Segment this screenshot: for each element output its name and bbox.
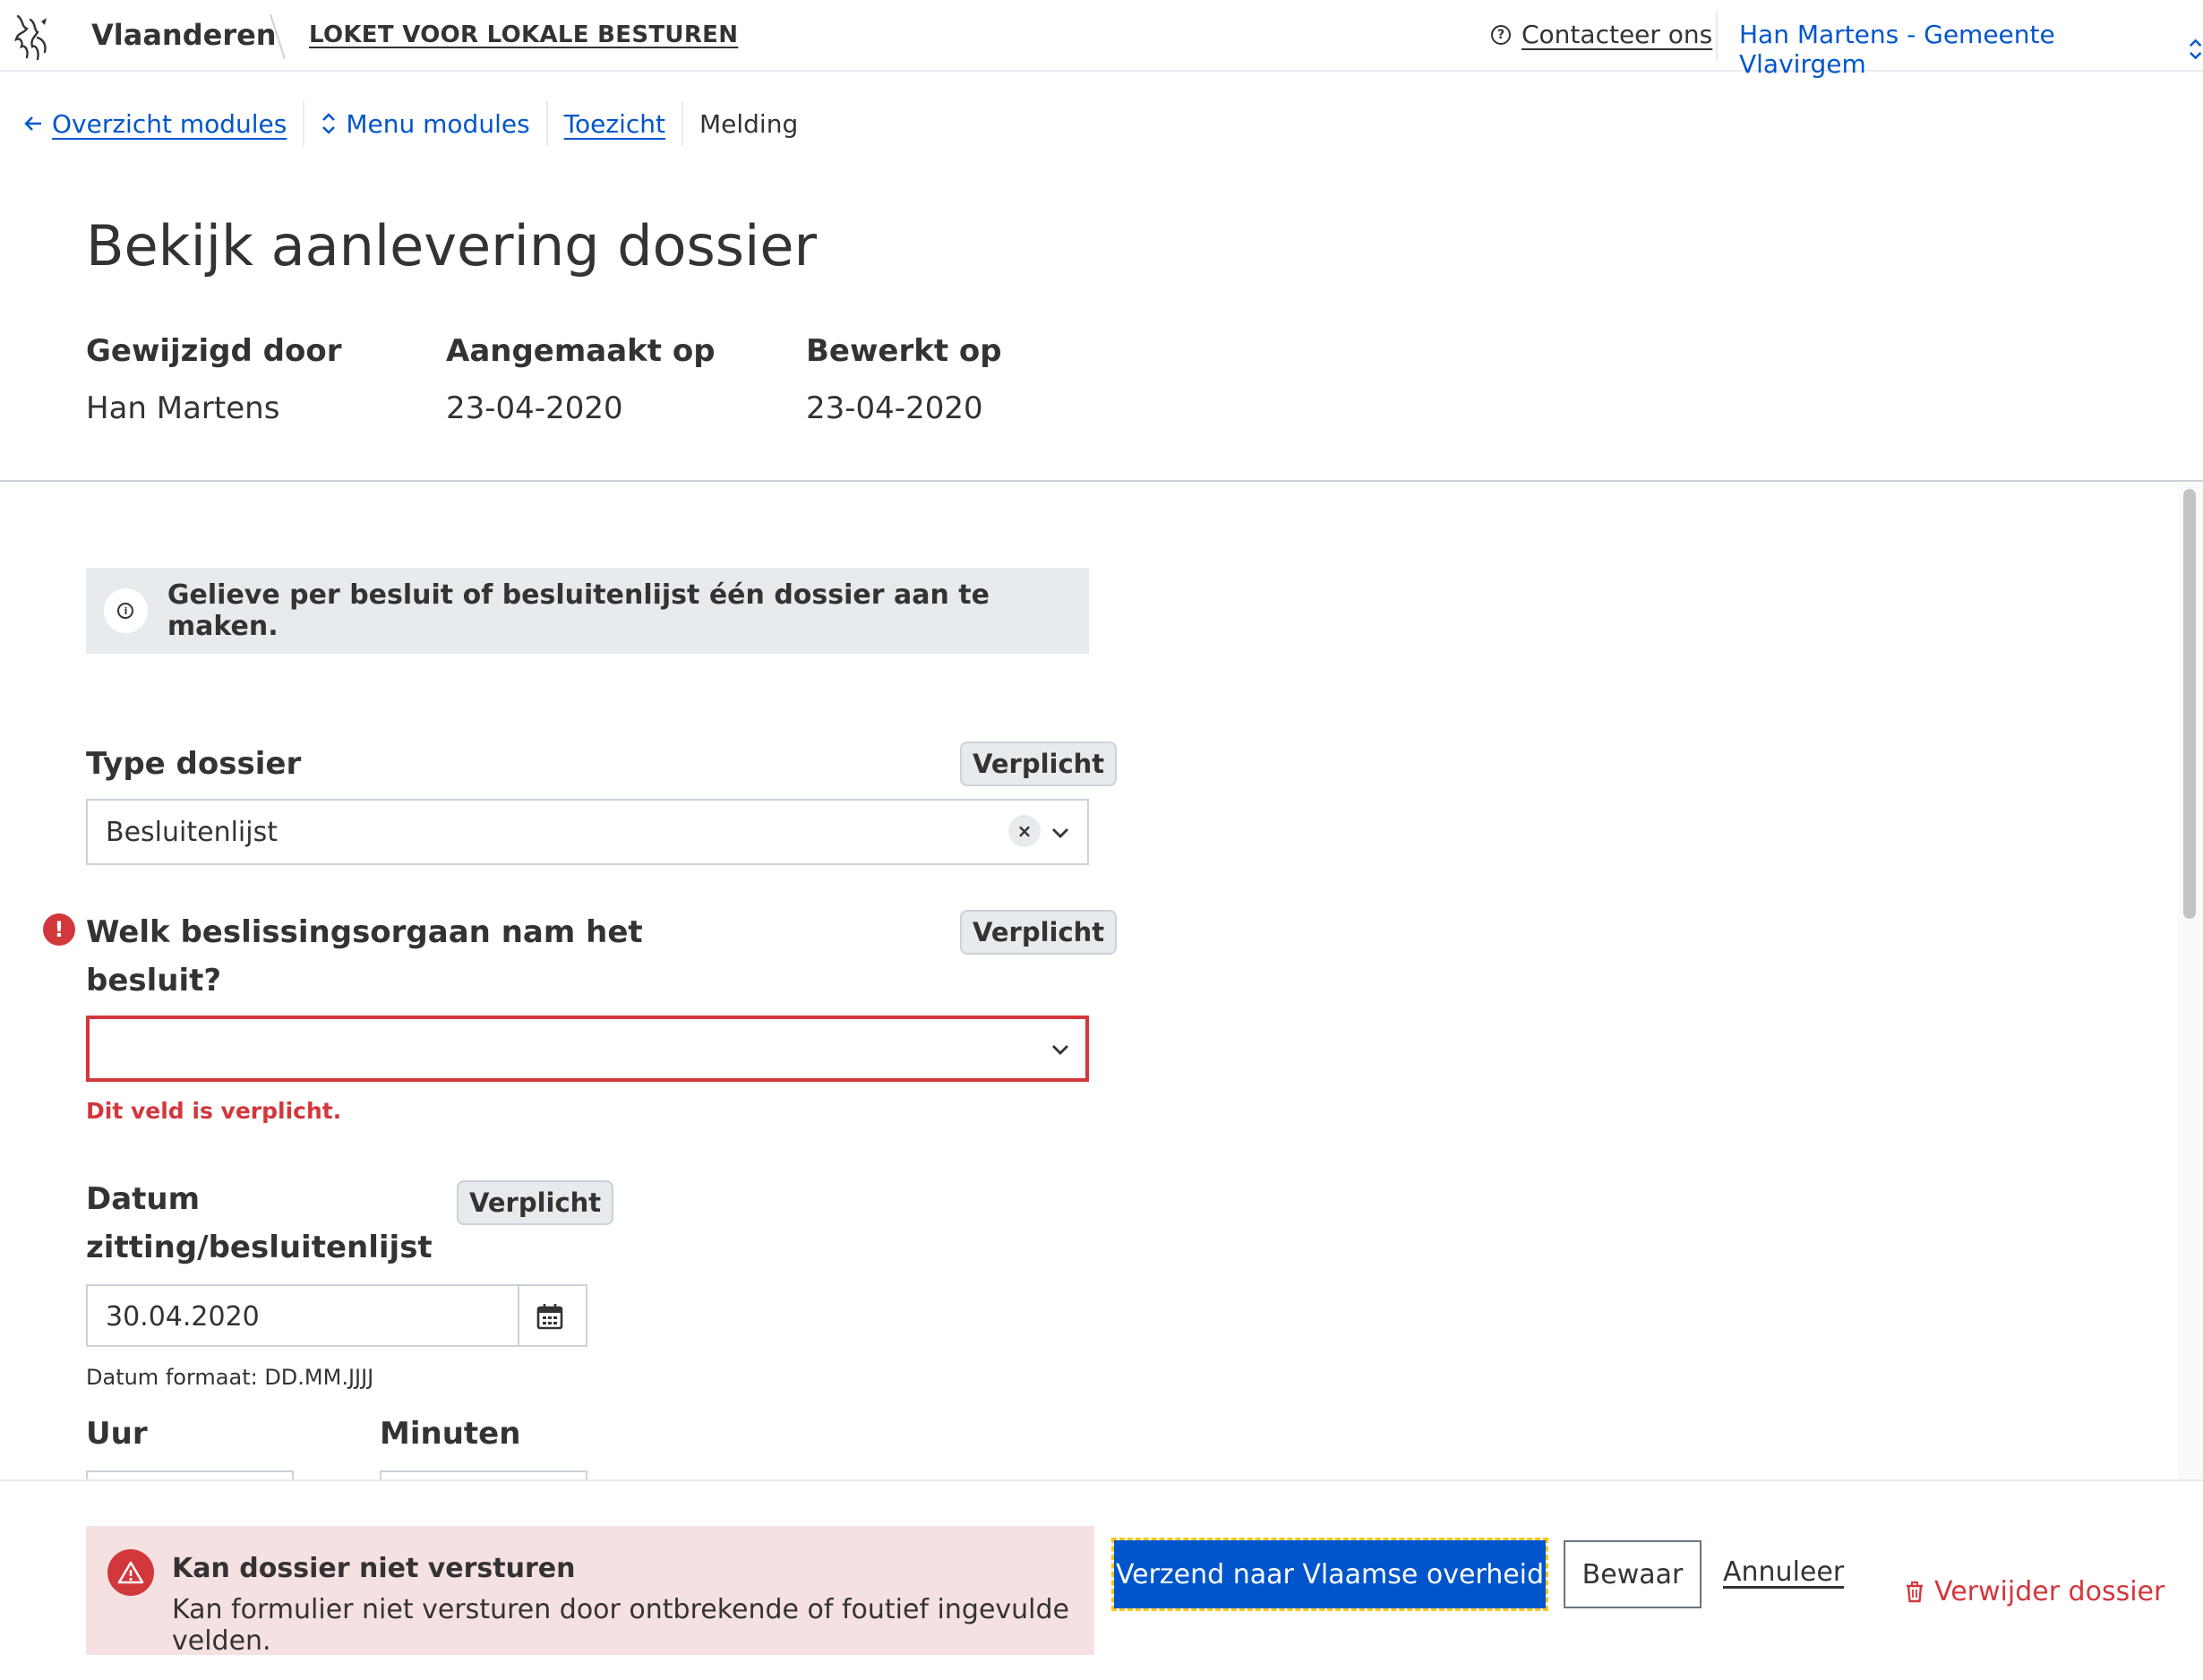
delete-dossier-link[interactable]: Verwijder dossier	[1906, 1576, 2164, 1607]
flemish-lion-logo[interactable]	[11, 11, 54, 64]
datum-label-line1: Datum	[86, 1181, 201, 1217]
error-icon: !	[43, 913, 75, 946]
send-button[interactable]: Verzend naar Vlaamse overheid	[1111, 1538, 1548, 1611]
info-text: Gelieve per besluit of besluitenlijst éé…	[167, 579, 990, 642]
info-icon: i	[104, 588, 148, 633]
breadcrumb-toezicht[interactable]: Toezicht	[548, 109, 681, 139]
meta-value: Han Martens	[86, 390, 280, 426]
required-badge: Verplicht	[960, 910, 1118, 955]
datum-input[interactable]: 30.04.2020	[86, 1284, 587, 1347]
arrow-left-icon	[24, 116, 41, 131]
app-title-link[interactable]: LOKET VOOR LOKALE BESTUREN	[309, 21, 738, 48]
required-badge: Verplicht	[960, 741, 1118, 786]
breadcrumb-melding: Melding	[683, 109, 814, 139]
required-badge: Verplicht	[457, 1180, 614, 1225]
trash-icon	[1907, 1581, 1923, 1602]
breadcrumb-menu-modules[interactable]: Menu modules	[304, 109, 545, 139]
meta-value: 23-04-2020	[446, 390, 623, 426]
alert-title: Kan dossier niet versturen	[172, 1553, 576, 1584]
type-dossier-value: Besluitenlijst	[106, 817, 278, 848]
header-divider	[1716, 11, 1718, 61]
brand-name[interactable]: Vlaanderen	[91, 18, 277, 52]
contact-link[interactable]: ? Contacteer ons	[1491, 20, 1712, 49]
beslissingsorgaan-label-line2: besluit?	[86, 963, 222, 999]
section-divider	[0, 480, 2203, 482]
calendar-icon[interactable]	[536, 1302, 564, 1331]
datum-label-line2: zitting/besluitenlijst	[86, 1230, 433, 1265]
type-dossier-select[interactable]: Besluitenlijst ×	[86, 799, 1089, 865]
user-label: Han Martens - Gemeente Vlavirgem	[1739, 20, 2055, 79]
meta-modified-by: Gewijzigd door Han Martens	[86, 333, 446, 426]
beslissingsorgaan-label: Welk beslissingsorgaan nam het besluit?	[86, 908, 643, 1005]
meta-label: Aangemaakt op	[446, 333, 716, 369]
warning-icon	[107, 1549, 154, 1596]
beslissingsorgaan-label-line1: Welk beslissingsorgaan nam het	[86, 914, 643, 950]
breadcrumb-label: Melding	[699, 108, 799, 139]
alert-text: Kan formulier niet versturen door ontbre…	[172, 1594, 1069, 1657]
meta-created-on: Aangemaakt op 23-04-2020	[446, 333, 806, 426]
chevron-down-icon	[1052, 1045, 1068, 1055]
action-bar: Kan dossier niet versturen Kan formulier…	[0, 1479, 2203, 1680]
breadcrumb-label: Toezicht	[563, 108, 665, 139]
help-icon: ?	[1491, 24, 1511, 45]
beslissingsorgaan-select[interactable]	[86, 1016, 1089, 1082]
chevron-up-down-icon	[2189, 39, 2201, 60]
datum-label: Datum zitting/besluitenlijst	[86, 1175, 433, 1272]
delete-label: Verwijder dossier	[1934, 1576, 2165, 1607]
field-error-message: Dit veld is verplicht.	[86, 1098, 342, 1124]
input-divider	[518, 1286, 519, 1345]
global-header: Vlaanderen LOKET VOOR LOKALE BESTUREN ? …	[0, 0, 2203, 79]
breadcrumb-label: Overzicht modules	[52, 108, 287, 139]
scrollbar-thumb[interactable]	[2183, 489, 2196, 919]
meta-edited-on: Bewerkt op 23-04-2020	[806, 333, 1166, 426]
breadcrumb: Overzicht modules Menu modules Toezicht …	[23, 101, 814, 146]
chevron-down-icon	[1052, 828, 1068, 838]
datum-value: 30.04.2020	[106, 1301, 260, 1333]
clear-icon[interactable]: ×	[1008, 815, 1041, 847]
breadcrumb-label: Menu modules	[346, 108, 530, 139]
type-dossier-label: Type dossier	[86, 746, 302, 782]
dossier-meta: Gewijzigd door Han Martens Aangemaakt op…	[86, 333, 1166, 426]
user-switcher[interactable]: Han Martens - Gemeente Vlavirgem	[1739, 20, 2203, 79]
info-message: i Gelieve per besluit of besluitenlijst …	[86, 568, 1089, 654]
breadcrumb-overzicht-modules[interactable]: Overzicht modules	[23, 109, 303, 139]
save-button[interactable]: Bewaar	[1564, 1540, 1702, 1608]
meta-value: 23-04-2020	[806, 390, 983, 426]
chevron-up-down-icon	[322, 113, 336, 134]
cancel-link[interactable]: Annuleer	[1723, 1556, 1844, 1588]
contact-label: Contacteer ons	[1522, 20, 1713, 49]
meta-label: Gewijzigd door	[86, 333, 342, 369]
error-alert: Kan dossier niet versturen Kan formulier…	[86, 1526, 1094, 1657]
uur-label: Uur	[86, 1416, 148, 1452]
brand-separator	[270, 13, 286, 60]
meta-label: Bewerkt op	[806, 333, 1002, 369]
datum-hint: Datum formaat: DD.MM.JJJJ	[86, 1365, 374, 1390]
page-title: Bekijk aanlevering dossier	[86, 213, 817, 279]
minuten-label: Minuten	[380, 1416, 521, 1452]
